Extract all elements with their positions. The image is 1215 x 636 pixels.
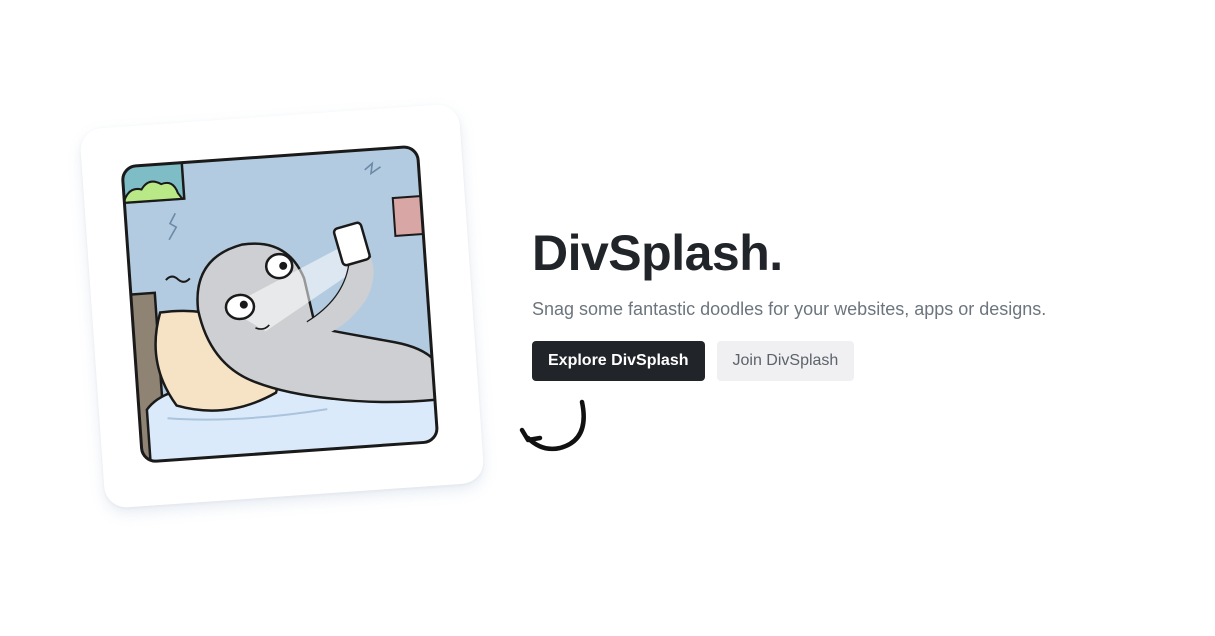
page-title: DivSplash. — [532, 225, 783, 281]
hero-section: DivSplash. Snag some fantastic doodles f… — [532, 224, 1046, 381]
doodle-illustration — [121, 145, 439, 463]
explore-button[interactable]: Explore DivSplash — [532, 341, 705, 381]
page-subtitle: Snag some fantastic doodles for your web… — [532, 299, 1047, 319]
hero-actions: Explore DivSplash Join DivSplash — [532, 341, 1046, 381]
landing-page: DivSplash. Snag some fantastic doodles f… — [0, 0, 1215, 636]
illustration-card — [79, 103, 485, 509]
join-button[interactable]: Join DivSplash — [716, 341, 855, 381]
curved-arrow-icon — [519, 399, 586, 452]
